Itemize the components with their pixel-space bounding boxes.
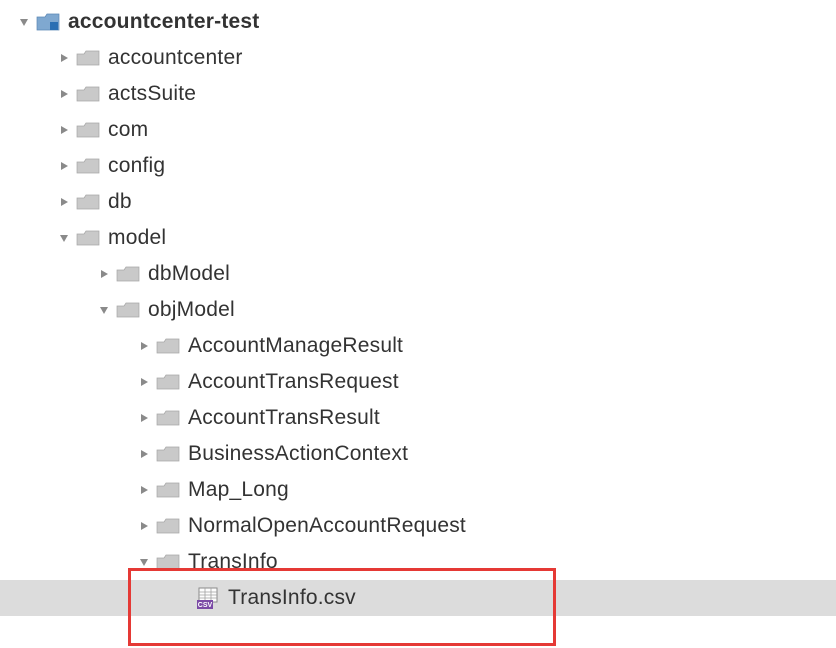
tree-label: BusinessActionContext — [188, 442, 408, 466]
chevron-down-icon[interactable] — [58, 232, 70, 244]
svg-text:CSV: CSV — [198, 602, 213, 609]
tree-label: db — [108, 190, 132, 214]
folder-icon — [76, 48, 100, 68]
file-tree: accountcenter-test accountcenter actsSui… — [0, 0, 836, 620]
tree-row-actssuite[interactable]: actsSuite — [0, 76, 836, 112]
tree-label: actsSuite — [108, 82, 196, 106]
tree-row-root[interactable]: accountcenter-test — [0, 4, 836, 40]
chevron-right-icon[interactable] — [138, 412, 150, 424]
module-folder-icon — [36, 12, 60, 32]
folder-icon — [156, 372, 180, 392]
folder-icon — [76, 84, 100, 104]
folder-icon — [76, 156, 100, 176]
csv-file-icon: CSV — [196, 588, 220, 608]
folder-icon — [76, 228, 100, 248]
folder-icon — [156, 516, 180, 536]
chevron-right-icon[interactable] — [98, 268, 110, 280]
folder-icon — [156, 480, 180, 500]
folder-icon — [116, 264, 140, 284]
tree-label: objModel — [148, 298, 235, 322]
tree-row-transinfo-csv[interactable]: CSV TransInfo.csv — [0, 580, 836, 616]
chevron-right-icon[interactable] — [58, 196, 70, 208]
chevron-right-icon[interactable] — [138, 448, 150, 460]
tree-label: dbModel — [148, 262, 230, 286]
chevron-right-icon[interactable] — [138, 340, 150, 352]
chevron-right-icon[interactable] — [58, 124, 70, 136]
chevron-down-icon[interactable] — [138, 556, 150, 568]
folder-icon — [116, 300, 140, 320]
tree-row-objmodel[interactable]: objModel — [0, 292, 836, 328]
chevron-right-icon[interactable] — [138, 520, 150, 532]
chevron-right-icon[interactable] — [138, 484, 150, 496]
folder-icon — [156, 408, 180, 428]
tree-row-maplong[interactable]: Map_Long — [0, 472, 836, 508]
folder-icon — [76, 192, 100, 212]
tree-row-accountmanageresult[interactable]: AccountManageResult — [0, 328, 836, 364]
tree-row-accounttransresult[interactable]: AccountTransResult — [0, 400, 836, 436]
tree-label: AccountManageResult — [188, 334, 403, 358]
tree-row-config[interactable]: config — [0, 148, 836, 184]
tree-label-root: accountcenter-test — [68, 10, 259, 34]
chevron-right-icon[interactable] — [58, 88, 70, 100]
tree-label: accountcenter — [108, 46, 243, 70]
tree-label: AccountTransRequest — [188, 370, 399, 394]
tree-row-com[interactable]: com — [0, 112, 836, 148]
tree-label: TransInfo.csv — [228, 586, 356, 610]
chevron-down-icon[interactable] — [18, 16, 30, 28]
tree-row-businessactioncontext[interactable]: BusinessActionContext — [0, 436, 836, 472]
tree-row-model[interactable]: model — [0, 220, 836, 256]
tree-label: config — [108, 154, 165, 178]
tree-row-normalopenaccountrequest[interactable]: NormalOpenAccountRequest — [0, 508, 836, 544]
tree-label: AccountTransResult — [188, 406, 380, 430]
tree-row-db[interactable]: db — [0, 184, 836, 220]
folder-icon — [76, 120, 100, 140]
chevron-down-icon[interactable] — [98, 304, 110, 316]
tree-row-transinfo[interactable]: TransInfo — [0, 544, 836, 580]
chevron-right-icon[interactable] — [58, 52, 70, 64]
tree-label: Map_Long — [188, 478, 289, 502]
tree-label: model — [108, 226, 166, 250]
tree-label: TransInfo — [188, 550, 278, 574]
chevron-right-icon[interactable] — [138, 376, 150, 388]
folder-icon — [156, 336, 180, 356]
folder-icon — [156, 552, 180, 572]
tree-row-dbmodel[interactable]: dbModel — [0, 256, 836, 292]
tree-row-accountcenter[interactable]: accountcenter — [0, 40, 836, 76]
tree-label: com — [108, 118, 148, 142]
tree-label: NormalOpenAccountRequest — [188, 514, 466, 538]
folder-icon — [156, 444, 180, 464]
chevron-right-icon[interactable] — [58, 160, 70, 172]
tree-row-accounttransrequest[interactable]: AccountTransRequest — [0, 364, 836, 400]
